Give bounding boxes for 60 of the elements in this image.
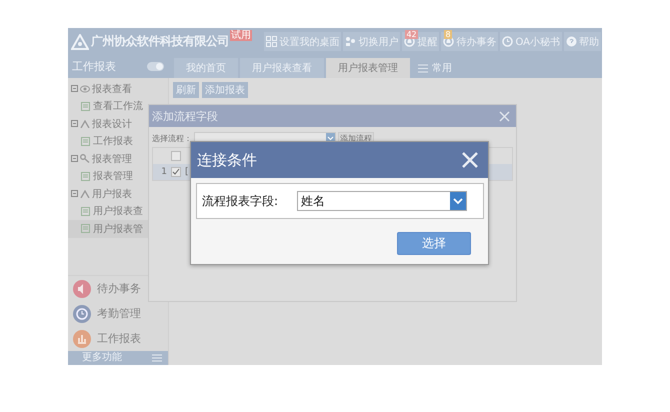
users-icon (345, 36, 356, 47)
header-action-button[interactable]: 8 待办事务 (441, 32, 498, 51)
field-label: 流程报表字段: (202, 192, 280, 210)
header-action-button[interactable]: 设置我的桌面 (264, 32, 342, 51)
report-icon (81, 102, 90, 111)
eye-icon (80, 84, 90, 93)
triangle-logo-icon (71, 34, 89, 50)
checkbox[interactable] (171, 167, 181, 177)
tab[interactable]: 用户报表管理 (326, 58, 410, 78)
field-select[interactable]: 姓名 (297, 191, 467, 211)
checkbox[interactable] (171, 151, 181, 161)
close-icon[interactable] (461, 151, 479, 169)
bell-icon (404, 36, 416, 47)
header-action-button[interactable]: 42 提醒 (402, 32, 440, 51)
header-action-button[interactable]: OA小秘书 (500, 32, 562, 51)
more-functions-bar[interactable]: 更多功能 (68, 351, 168, 365)
grid-cell: [ (185, 167, 189, 177)
tab[interactable]: 用户报表查看 (240, 58, 324, 78)
report-icon (81, 206, 90, 216)
common-menu-button[interactable]: 常用 (412, 58, 458, 78)
header-action-button[interactable]: 切换用户 (343, 32, 400, 51)
select-label: 选择流程： (152, 133, 192, 144)
header-action-button[interactable]: 帮助 (564, 32, 601, 51)
trial-badge: 试用 (230, 30, 252, 41)
bell-icon (443, 36, 454, 47)
caret-icon (450, 192, 466, 210)
tab[interactable]: 我的首页 (174, 58, 238, 78)
report-icon (81, 224, 90, 234)
report-icon (81, 136, 90, 146)
dialog-title: 连接条件 (197, 150, 257, 170)
report-icon (81, 172, 90, 181)
grid-icon (266, 36, 278, 47)
collapse-icon[interactable] (71, 120, 78, 128)
sidebar-title: 工作报表 (72, 59, 116, 74)
collapse-icon[interactable] (71, 155, 78, 162)
shortcut-item[interactable]: 待办事务 (68, 276, 168, 301)
clock-icon (502, 36, 514, 47)
count-badge: 8 (444, 30, 452, 39)
select-button[interactable]: 选择 (397, 232, 471, 255)
toolbar-button[interactable]: 刷新 (173, 82, 199, 98)
tree-group-label[interactable]: 报表查看 (92, 82, 132, 96)
collapse-icon[interactable] (71, 190, 78, 198)
tree-group-label[interactable]: 报表设计 (92, 116, 132, 131)
count-badge: 42 (405, 30, 418, 39)
menu-icon (152, 354, 162, 362)
shortcut-item[interactable]: 工作报表 (68, 326, 168, 351)
tree-group-label[interactable]: 报表管理 (92, 152, 132, 166)
collapse-icon[interactable] (71, 85, 78, 92)
company-logo-text: 广州协众软件科技有限公司 (91, 33, 229, 50)
menu-icon (418, 64, 428, 72)
shortcut-item[interactable]: 考勤管理 (68, 301, 168, 326)
help-icon (566, 36, 577, 47)
toolbar-button[interactable]: 添加报表 (202, 82, 248, 98)
more-functions-label: 更多功能 (82, 353, 122, 363)
close-icon[interactable] (499, 110, 510, 122)
tree-item[interactable]: 用户报表查 (68, 202, 168, 220)
toggle-switch[interactable] (147, 62, 164, 71)
row-number: 1 (160, 167, 167, 177)
dialog-title: 添加流程字段 (152, 108, 218, 124)
tree-group-label[interactable]: 用户报表 (92, 186, 132, 201)
